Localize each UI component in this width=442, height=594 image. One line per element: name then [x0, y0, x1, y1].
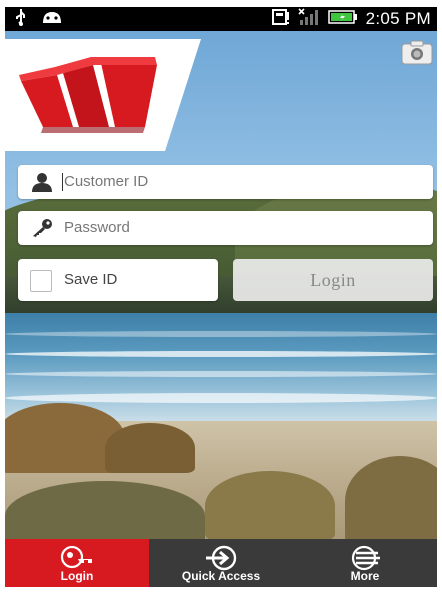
notification-icon	[271, 8, 290, 31]
signal-icon	[298, 7, 320, 31]
password-placeholder: Password	[64, 219, 130, 236]
bottom-tab-bar: Login Quick Access More	[5, 539, 437, 587]
save-id-checkbox[interactable]	[30, 270, 52, 292]
tab-login[interactable]: Login	[5, 539, 149, 587]
clock: 2:05 PM	[365, 9, 431, 28]
tab-more-label: More	[350, 569, 380, 583]
menu-lines-icon	[351, 545, 380, 571]
tab-login-label: Login	[60, 569, 94, 583]
tab-quick-access[interactable]: Quick Access	[149, 539, 293, 587]
status-bar: 2:05 PM	[5, 7, 437, 31]
customer-id-placeholder: Customer ID	[64, 173, 149, 190]
phone-screen: 2:05 PM Customer ID Password Save ID Log…	[5, 7, 437, 587]
customer-id-field[interactable]: Customer ID	[18, 165, 433, 199]
text-cursor	[62, 173, 63, 191]
camera-button[interactable]	[401, 39, 433, 65]
background-photo: Customer ID Password Save ID Login	[5, 31, 437, 539]
android-debug-icon	[41, 10, 63, 29]
camera-icon	[401, 40, 433, 65]
tab-quick-access-label: Quick Access	[181, 569, 261, 583]
save-id-toggle[interactable]: Save ID	[18, 259, 218, 301]
key-icon	[60, 545, 92, 569]
key-icon	[30, 218, 54, 238]
battery-icon	[327, 9, 358, 30]
usb-icon	[13, 8, 29, 31]
user-icon	[30, 172, 54, 192]
arrow-in-circle-icon	[206, 545, 237, 571]
password-field[interactable]: Password	[18, 211, 433, 245]
tab-more[interactable]: More	[293, 539, 437, 587]
brand-logo-card	[5, 39, 205, 151]
save-id-label: Save ID	[64, 271, 118, 288]
login-button[interactable]: Login	[233, 259, 433, 301]
